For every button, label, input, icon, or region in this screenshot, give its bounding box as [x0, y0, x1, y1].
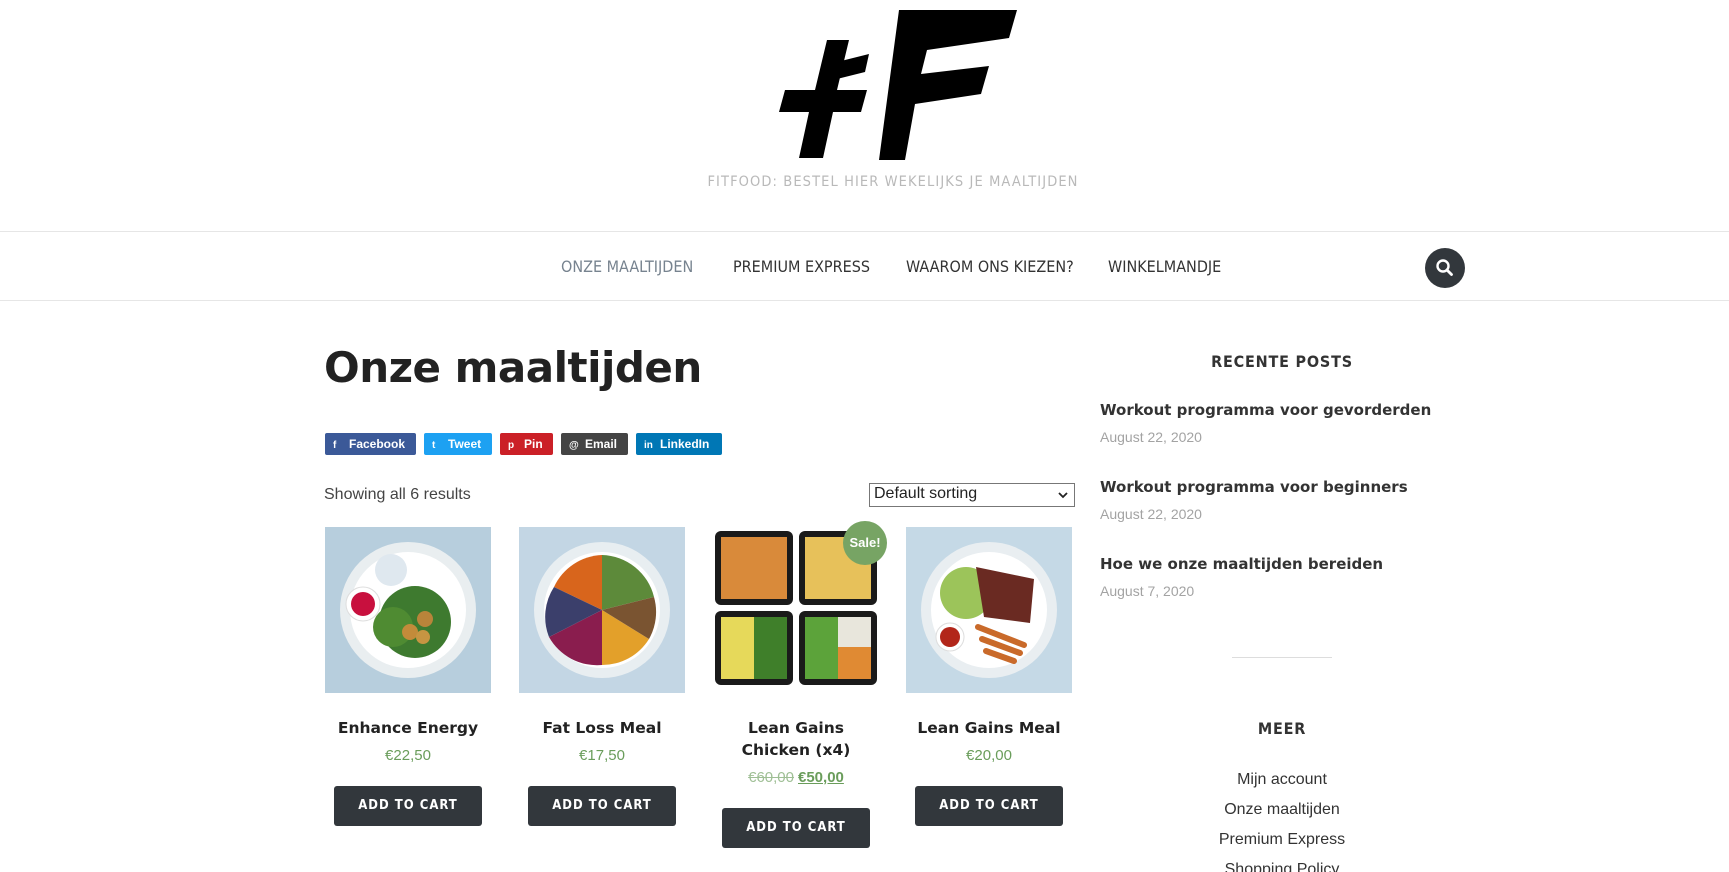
share-twitter-button[interactable]: t Tweet — [424, 433, 492, 455]
search-icon — [1436, 259, 1453, 276]
meer-link-premium-express[interactable]: Premium Express — [1100, 831, 1464, 849]
recent-post-date: August 7, 2020 — [1100, 583, 1195, 599]
product-price: €60,00 €50,00 — [713, 769, 879, 786]
recent-post-link[interactable]: Workout programma voor beginners — [1100, 478, 1408, 496]
meer-link-shopping-policy[interactable]: Shopping Policy — [1100, 861, 1464, 872]
product-price: €20,00 — [966, 747, 1012, 764]
product-card: Lean Gains Meal €20,00 ADD TO CART — [906, 527, 1072, 826]
recent-post-date: August 22, 2020 — [1100, 506, 1202, 522]
product-card: Sale! Lean Gains Chicken (x4) €60,00 €50,… — [713, 521, 887, 848]
site-header: FITFOOD: BESTEL HIER WEKELIJKS JE MAALTI… — [0, 0, 1729, 232]
sorting-select[interactable]: Default sorting — [869, 483, 1075, 507]
nav-item-waarom-ons-kiezen[interactable]: WAAROM ONS KIEZEN? — [906, 257, 1074, 276]
product-name[interactable]: Lean Gains Meal — [906, 717, 1072, 739]
old-price: €60,00 — [748, 769, 794, 786]
share-linkedin-button[interactable]: in LinkedIn — [636, 433, 722, 455]
widget-divider — [1232, 657, 1332, 658]
meer-link-mijn-account[interactable]: Mijn account — [1100, 771, 1464, 789]
product-price: €22,50 — [385, 747, 431, 764]
email-icon: @ — [569, 440, 579, 451]
main-navigation: ONZE MAALTIJDEN PREMIUM EXPRESS WAAROM O… — [0, 233, 1729, 301]
nav-item-premium-express[interactable]: PREMIUM EXPRESS — [733, 257, 870, 276]
meer-link-onze-maaltijden[interactable]: Onze maaltijden — [1100, 801, 1464, 819]
product-name[interactable]: Lean Gains Chicken (x4) — [713, 717, 879, 761]
result-count: Showing all 6 results — [324, 486, 471, 503]
recent-post-date: August 22, 2020 — [1100, 429, 1202, 445]
nav-item-winkelmandje[interactable]: WINKELMANDJE — [1108, 257, 1221, 276]
product-name[interactable]: Fat Loss Meal — [519, 717, 685, 739]
recent-posts-title: RECENTE POSTS — [1211, 352, 1353, 371]
pinterest-icon: p — [508, 440, 515, 451]
share-email-label: Email — [585, 437, 618, 451]
product-card: Enhance Energy €22,50 ADD TO CART — [325, 527, 491, 826]
sorting-selected-value: Default sorting — [874, 485, 978, 502]
share-pinterest-button[interactable]: p Pin — [500, 433, 553, 455]
share-facebook-label: Facebook — [349, 437, 406, 451]
nav-item-onze-maaltijden[interactable]: ONZE MAALTIJDEN — [561, 257, 693, 276]
site-tagline: FITFOOD: BESTEL HIER WEKELIJKS JE MAALTI… — [707, 174, 1079, 190]
recent-post-link[interactable]: Workout programma voor gevorderden — [1100, 401, 1431, 419]
product-price: €17,50 — [579, 747, 625, 764]
share-pinterest-label: Pin — [524, 437, 543, 451]
share-email-button[interactable]: @ Email — [561, 433, 628, 455]
add-to-cart-button[interactable]: ADD TO CART — [722, 808, 870, 848]
add-to-cart-button[interactable]: ADD TO CART — [334, 786, 482, 826]
product-image-enhance-energy[interactable] — [325, 527, 491, 693]
page-title: Onze maaltijden — [324, 343, 702, 392]
recent-post-link[interactable]: Hoe we onze maaltijden bereiden — [1100, 555, 1383, 573]
add-to-cart-button[interactable]: ADD TO CART — [915, 786, 1063, 826]
product-image-lean-gains-meal[interactable] — [906, 527, 1072, 693]
add-to-cart-button[interactable]: ADD TO CART — [528, 786, 676, 826]
product-card: Fat Loss Meal €17,50 ADD TO CART — [519, 527, 685, 826]
fitfood-logo[interactable] — [777, 10, 1017, 160]
product-name[interactable]: Enhance Energy — [325, 717, 491, 739]
share-twitter-label: Tweet — [448, 437, 482, 451]
search-button[interactable] — [1425, 248, 1465, 288]
chevron-down-icon — [1058, 492, 1068, 499]
product-image-fat-loss-meal[interactable] — [519, 527, 685, 693]
linkedin-icon: in — [644, 440, 653, 451]
sale-price: €50,00 — [798, 769, 844, 786]
share-facebook-button[interactable]: f Facebook — [325, 433, 416, 455]
meer-title: MEER — [1257, 719, 1307, 738]
share-linkedin-label: LinkedIn — [660, 437, 710, 451]
facebook-icon: f — [333, 440, 337, 451]
sale-badge: Sale! — [843, 521, 887, 565]
twitter-icon: t — [432, 440, 436, 451]
